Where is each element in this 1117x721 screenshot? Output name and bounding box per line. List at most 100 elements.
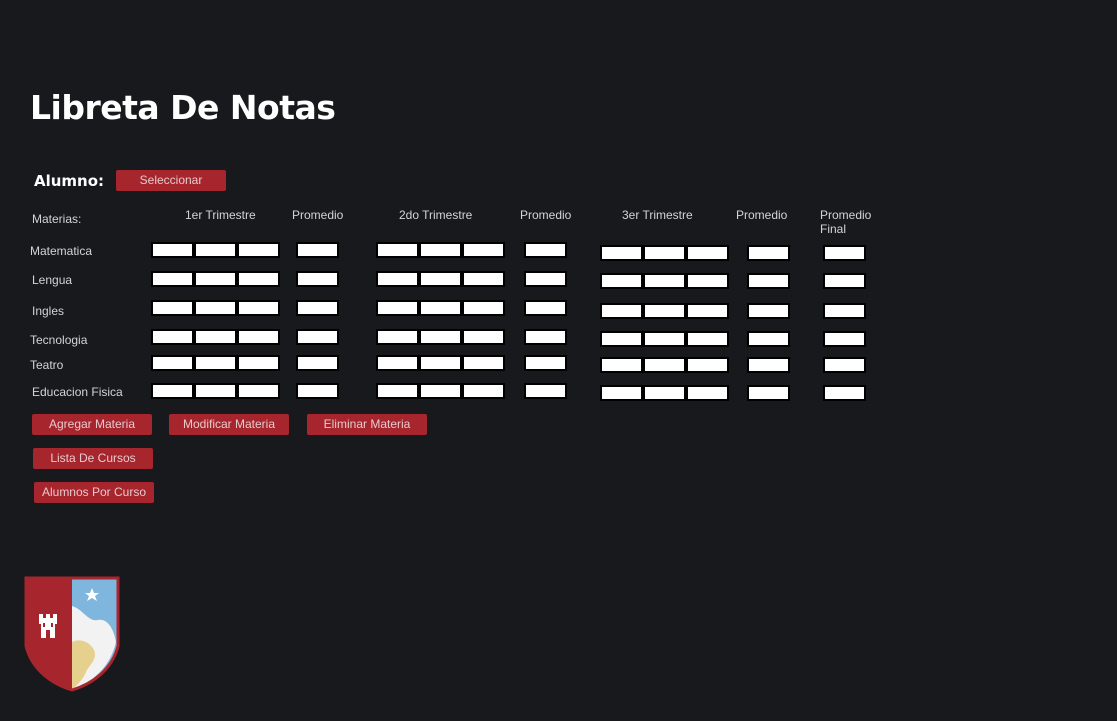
header-final-average: Promedio Final bbox=[820, 208, 872, 236]
header-trimester-3: 3er Trimestre bbox=[622, 208, 693, 222]
grade-t3-cell[interactable] bbox=[600, 331, 643, 347]
grade-t3-cell[interactable] bbox=[643, 245, 686, 261]
grade-t3-cell[interactable] bbox=[643, 303, 686, 319]
grade-t2-cell[interactable] bbox=[462, 355, 505, 371]
grade-t1-cell[interactable] bbox=[194, 355, 237, 371]
grade-t3-cell[interactable] bbox=[643, 331, 686, 347]
grade-t1-cell[interactable] bbox=[151, 383, 194, 399]
average-t3-cell[interactable] bbox=[747, 273, 790, 289]
grade-t1-cell[interactable] bbox=[194, 300, 237, 316]
grade-t1-cell[interactable] bbox=[151, 300, 194, 316]
final-average-cell[interactable] bbox=[823, 245, 866, 261]
grade-t2-cell[interactable] bbox=[462, 383, 505, 399]
add-subject-button[interactable]: Agregar Materia bbox=[32, 414, 152, 435]
school-crest-logo bbox=[24, 576, 120, 692]
subject-label: Matematica bbox=[30, 244, 93, 258]
page-title: Libreta De Notas bbox=[30, 88, 336, 127]
average-t2-cell[interactable] bbox=[524, 242, 567, 258]
grade-t1-cell[interactable] bbox=[194, 383, 237, 399]
subject-label: Ingles bbox=[32, 304, 65, 318]
grade-t2-cell[interactable] bbox=[376, 355, 419, 371]
castle-icon bbox=[39, 614, 57, 638]
average-t1-cell[interactable] bbox=[296, 242, 339, 258]
grade-t2-cell[interactable] bbox=[376, 271, 419, 287]
grade-t2-cell[interactable] bbox=[462, 242, 505, 258]
grade-t3-cell[interactable] bbox=[643, 357, 686, 373]
subject-label: Tecnologia bbox=[30, 333, 88, 347]
subject-label: Teatro bbox=[30, 358, 64, 372]
grade-t3-cell[interactable] bbox=[600, 273, 643, 289]
grade-t1-cell[interactable] bbox=[237, 300, 280, 316]
grade-t3-cell[interactable] bbox=[686, 357, 729, 373]
subject-label: Lengua bbox=[32, 273, 73, 287]
grade-t1-cell[interactable] bbox=[151, 329, 194, 345]
grade-t1-cell[interactable] bbox=[237, 329, 280, 345]
average-t2-cell[interactable] bbox=[524, 383, 567, 399]
average-t1-cell[interactable] bbox=[296, 355, 339, 371]
student-label: Alumno: bbox=[34, 172, 105, 190]
modify-subject-button[interactable]: Modificar Materia bbox=[169, 414, 289, 435]
grade-t3-cell[interactable] bbox=[686, 331, 729, 347]
grade-t2-cell[interactable] bbox=[462, 271, 505, 287]
header-average-2: Promedio bbox=[520, 208, 572, 222]
grade-t3-cell[interactable] bbox=[600, 303, 643, 319]
average-t3-cell[interactable] bbox=[747, 385, 790, 401]
grade-t2-cell[interactable] bbox=[376, 383, 419, 399]
header-trimester-2: 2do Trimestre bbox=[399, 208, 473, 222]
average-t1-cell[interactable] bbox=[296, 383, 339, 399]
grade-t2-cell[interactable] bbox=[462, 329, 505, 345]
grade-t1-cell[interactable] bbox=[237, 242, 280, 258]
average-t2-cell[interactable] bbox=[524, 355, 567, 371]
subject-label: Educacion Fisica bbox=[32, 385, 123, 399]
header-average-1: Promedio bbox=[292, 208, 344, 222]
average-t2-cell[interactable] bbox=[524, 329, 567, 345]
final-average-cell[interactable] bbox=[823, 273, 866, 289]
grade-t2-cell[interactable] bbox=[419, 329, 462, 345]
grade-t2-cell[interactable] bbox=[376, 329, 419, 345]
grade-t3-cell[interactable] bbox=[600, 385, 643, 401]
grade-t1-cell[interactable] bbox=[194, 271, 237, 287]
grade-t3-cell[interactable] bbox=[643, 273, 686, 289]
grade-t1-cell[interactable] bbox=[194, 329, 237, 345]
grade-t2-cell[interactable] bbox=[419, 242, 462, 258]
grade-t2-cell[interactable] bbox=[462, 300, 505, 316]
average-t1-cell[interactable] bbox=[296, 329, 339, 345]
grade-t1-cell[interactable] bbox=[237, 271, 280, 287]
grade-t2-cell[interactable] bbox=[376, 242, 419, 258]
grade-t3-cell[interactable] bbox=[686, 245, 729, 261]
final-average-cell[interactable] bbox=[823, 331, 866, 347]
grade-t2-cell[interactable] bbox=[419, 271, 462, 287]
final-average-cell[interactable] bbox=[823, 385, 866, 401]
delete-subject-button[interactable]: Eliminar Materia bbox=[307, 414, 427, 435]
average-t3-cell[interactable] bbox=[747, 245, 790, 261]
final-average-cell[interactable] bbox=[823, 303, 866, 319]
grade-t1-cell[interactable] bbox=[151, 271, 194, 287]
grade-t2-cell[interactable] bbox=[376, 300, 419, 316]
average-t3-cell[interactable] bbox=[747, 357, 790, 373]
average-t3-cell[interactable] bbox=[747, 331, 790, 347]
grade-t3-cell[interactable] bbox=[686, 273, 729, 289]
students-by-course-button[interactable]: Alumnos Por Curso bbox=[34, 482, 154, 503]
select-student-button[interactable]: Seleccionar bbox=[116, 170, 226, 191]
average-t1-cell[interactable] bbox=[296, 271, 339, 287]
grade-t3-cell[interactable] bbox=[643, 385, 686, 401]
grade-t1-cell[interactable] bbox=[194, 242, 237, 258]
final-average-cell[interactable] bbox=[823, 357, 866, 373]
grade-t2-cell[interactable] bbox=[419, 300, 462, 316]
grade-t1-cell[interactable] bbox=[237, 383, 280, 399]
grade-t1-cell[interactable] bbox=[237, 355, 280, 371]
grade-t3-cell[interactable] bbox=[600, 357, 643, 373]
grade-t2-cell[interactable] bbox=[419, 355, 462, 371]
grade-t3-cell[interactable] bbox=[600, 245, 643, 261]
subjects-header: Materias: bbox=[32, 212, 82, 226]
grade-t2-cell[interactable] bbox=[419, 383, 462, 399]
average-t3-cell[interactable] bbox=[747, 303, 790, 319]
grade-t3-cell[interactable] bbox=[686, 385, 729, 401]
average-t2-cell[interactable] bbox=[524, 300, 567, 316]
course-list-button[interactable]: Lista De Cursos bbox=[33, 448, 153, 469]
grade-t1-cell[interactable] bbox=[151, 355, 194, 371]
grade-t1-cell[interactable] bbox=[151, 242, 194, 258]
average-t2-cell[interactable] bbox=[524, 271, 567, 287]
average-t1-cell[interactable] bbox=[296, 300, 339, 316]
grade-t3-cell[interactable] bbox=[686, 303, 729, 319]
